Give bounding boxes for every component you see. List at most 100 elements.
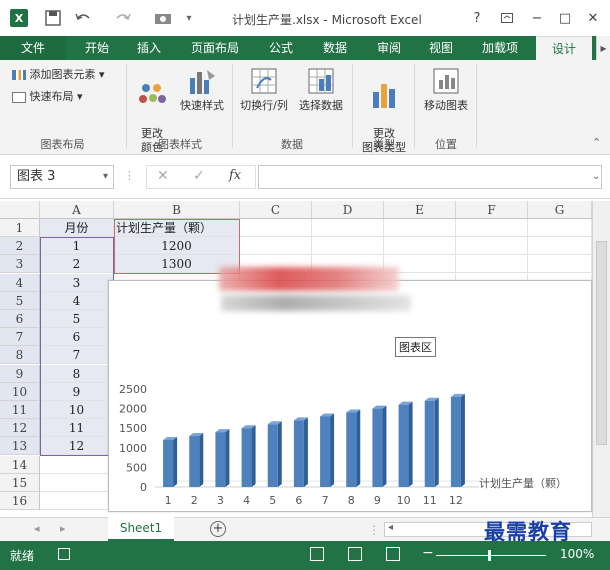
zoom-slider-thumb[interactable] bbox=[488, 550, 491, 561]
scroll-left-icon[interactable]: ◂ bbox=[388, 522, 393, 533]
tab-formulas[interactable]: 公式 bbox=[256, 36, 306, 60]
column-header-b[interactable]: B bbox=[114, 201, 240, 219]
row-header[interactable]: 11 bbox=[0, 401, 40, 419]
save-icon[interactable] bbox=[44, 9, 62, 27]
cell-c2[interactable] bbox=[240, 237, 312, 256]
cell-a5[interactable]: 4 bbox=[40, 291, 114, 310]
add-sheet-icon[interactable]: + bbox=[210, 521, 226, 537]
cell-d1[interactable] bbox=[312, 219, 384, 237]
enter-icon[interactable]: ✓ bbox=[193, 168, 205, 184]
row-header[interactable]: 5 bbox=[0, 291, 40, 310]
row-header[interactable]: 13 bbox=[0, 437, 40, 456]
column-header-f[interactable]: F bbox=[456, 201, 528, 219]
insert-function-icon[interactable]: fx bbox=[229, 168, 241, 183]
tab-page-layout[interactable]: 页面布局 bbox=[180, 36, 250, 60]
collapse-ribbon-icon[interactable]: ⌃ bbox=[592, 136, 601, 149]
row-header[interactable]: 6 bbox=[0, 310, 40, 328]
cell-e2[interactable] bbox=[384, 237, 456, 256]
cell-g3[interactable] bbox=[528, 255, 592, 274]
cell-a14[interactable] bbox=[40, 455, 114, 474]
row-header[interactable]: 9 bbox=[0, 364, 40, 383]
cell-b1[interactable]: 计划生产量（颗） bbox=[114, 219, 240, 237]
chart-plot[interactable]: 050010001500200025001 2 3 4 5 6 7 8 9 10 11 12计划生产量… bbox=[109, 281, 593, 513]
cell-f3[interactable] bbox=[456, 255, 528, 274]
close-button[interactable]: ✕ bbox=[582, 7, 604, 29]
page-layout-view-icon[interactable] bbox=[348, 547, 362, 561]
cell-a15[interactable] bbox=[40, 473, 114, 492]
cell-a10[interactable]: 9 bbox=[40, 382, 114, 401]
row-header[interactable]: 16 bbox=[0, 492, 40, 510]
camera-icon[interactable] bbox=[154, 9, 172, 27]
vertical-scrollbar[interactable] bbox=[592, 201, 610, 519]
cell-a1[interactable]: 月份 bbox=[40, 219, 114, 237]
tab-addins[interactable]: 加载项 bbox=[470, 36, 530, 60]
ribbon-display-button[interactable] bbox=[496, 7, 518, 29]
row-header[interactable]: 4 bbox=[0, 273, 40, 292]
column-header-d[interactable]: D bbox=[312, 201, 384, 219]
cell-a8[interactable]: 7 bbox=[40, 346, 114, 365]
cell-a2[interactable]: 1 bbox=[40, 237, 114, 256]
page-break-view-icon[interactable] bbox=[386, 547, 400, 561]
minimize-button[interactable]: − bbox=[526, 7, 548, 29]
cell-a9[interactable]: 8 bbox=[40, 364, 114, 383]
column-header-c[interactable]: C bbox=[240, 201, 312, 219]
name-box[interactable]: 图表 3 ▾ bbox=[10, 165, 114, 189]
zoom-level[interactable]: 100% bbox=[560, 547, 594, 561]
cell-a16[interactable] bbox=[40, 492, 114, 510]
column-header-a[interactable]: A bbox=[40, 201, 114, 219]
cancel-icon[interactable]: ✕ bbox=[157, 168, 169, 184]
macro-record-icon[interactable] bbox=[58, 548, 70, 560]
undo-icon[interactable] bbox=[74, 9, 92, 27]
restore-button[interactable]: □ bbox=[554, 7, 576, 29]
expand-formula-bar-icon[interactable]: ⌄ bbox=[592, 171, 600, 182]
tab-file[interactable]: 文件 bbox=[0, 36, 66, 60]
row-header[interactable]: 15 bbox=[0, 473, 40, 492]
chevron-down-icon[interactable]: ▾ bbox=[103, 166, 108, 188]
customize-toolbar-icon[interactable]: ▾ bbox=[180, 9, 198, 27]
sheet-tab-sheet1[interactable]: Sheet1 bbox=[108, 517, 174, 541]
cell-g2[interactable] bbox=[528, 237, 592, 256]
cell-a6[interactable]: 5 bbox=[40, 310, 114, 328]
tab-home[interactable]: 开始 bbox=[70, 36, 124, 60]
quick-layout-button[interactable]: 快速布局 ▾ bbox=[12, 90, 83, 104]
row-header[interactable]: 10 bbox=[0, 382, 40, 401]
formula-input[interactable] bbox=[258, 165, 602, 189]
quick-styles-button[interactable]: 快速样式 bbox=[176, 66, 228, 113]
sheet-nav-right-icon[interactable]: ▸ bbox=[60, 522, 66, 535]
select-data-button[interactable]: 选择数据 bbox=[294, 66, 348, 113]
row-header[interactable]: 12 bbox=[0, 419, 40, 438]
move-chart-button[interactable]: 移动图表 bbox=[418, 66, 474, 113]
tab-design[interactable]: 设计 bbox=[536, 36, 592, 60]
sheet-nav-left-icon[interactable]: ◂ bbox=[34, 522, 40, 535]
redo-icon[interactable] bbox=[114, 9, 132, 27]
column-header-g[interactable]: G bbox=[528, 201, 592, 219]
tab-view[interactable]: 视图 bbox=[416, 36, 466, 60]
help-button[interactable]: ? bbox=[466, 7, 488, 29]
zoom-out-icon[interactable]: − bbox=[422, 545, 434, 561]
row-header[interactable]: 2 bbox=[0, 237, 40, 256]
row-header[interactable]: 8 bbox=[0, 346, 40, 365]
tab-review[interactable]: 审阅 bbox=[364, 36, 414, 60]
cell-b2[interactable]: 1200 bbox=[114, 237, 240, 256]
tab-splitter-icon[interactable]: ⋮ bbox=[368, 523, 380, 537]
tab-insert[interactable]: 插入 bbox=[124, 36, 174, 60]
cell-d2[interactable] bbox=[312, 237, 384, 256]
normal-view-icon[interactable] bbox=[310, 547, 324, 561]
switch-row-column-button[interactable]: 切换行/列 bbox=[236, 66, 292, 113]
cell-a4[interactable]: 3 bbox=[40, 273, 114, 292]
cell-a11[interactable]: 10 bbox=[40, 401, 114, 419]
tab-data[interactable]: 数据 bbox=[310, 36, 360, 60]
cell-f1[interactable] bbox=[456, 219, 528, 237]
cell-a12[interactable]: 11 bbox=[40, 419, 114, 438]
row-header[interactable]: 1 bbox=[0, 219, 40, 237]
cell-e1[interactable] bbox=[384, 219, 456, 237]
cell-a7[interactable]: 6 bbox=[40, 328, 114, 347]
add-chart-element-button[interactable]: 添加图表元素 ▾ bbox=[12, 68, 105, 82]
chart-object[interactable]: 图表区 0 500 1000 1500 2000 2500 1 2 3 4 5 6 7 8 9 10 11 12 计… bbox=[108, 267, 593, 513]
cell-g1[interactable] bbox=[528, 219, 592, 237]
row-header[interactable]: 14 bbox=[0, 455, 40, 474]
zoom-slider[interactable] bbox=[436, 550, 546, 561]
cell-f2[interactable] bbox=[456, 237, 528, 256]
vertical-scroll-thumb[interactable] bbox=[596, 241, 607, 445]
cell-c1[interactable] bbox=[240, 219, 312, 237]
